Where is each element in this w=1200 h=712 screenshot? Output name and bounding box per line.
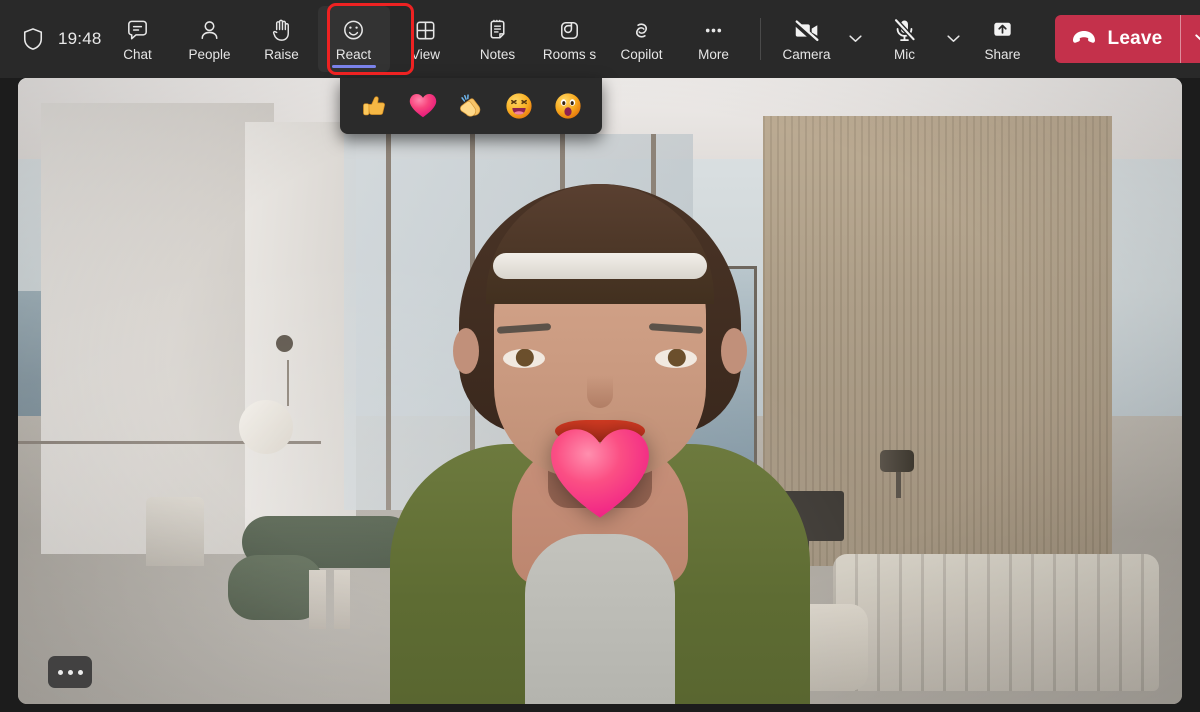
thumbs-up-reaction-icon	[360, 92, 388, 120]
meeting-toolbar: 19:48 Chat People	[0, 0, 1200, 78]
tile-overflow-button[interactable]	[48, 656, 92, 688]
camera-off-icon	[792, 16, 822, 44]
teams-meeting-window: 19:48 Chat People	[0, 0, 1200, 712]
share-screen-icon	[989, 16, 1016, 44]
avatar-headband	[493, 253, 707, 279]
avatar-hair-top	[486, 184, 714, 304]
toolbar-button-raise[interactable]: Raise	[246, 6, 318, 72]
ellipsis-dot	[68, 670, 73, 675]
ellipsis-dot	[78, 670, 83, 675]
toolbar-button-mic[interactable]: Mic	[869, 6, 941, 72]
toolbar-label-rooms: Rooms s	[543, 47, 596, 62]
avatar-eye-left	[503, 349, 545, 368]
toolbar-label-mic: Mic	[894, 47, 915, 62]
toolbar-button-chat[interactable]: Chat	[102, 6, 174, 72]
ellipsis-icon	[700, 16, 727, 44]
copilot-icon	[628, 16, 655, 44]
chevron-down-icon	[849, 35, 862, 43]
toolbar-label-react: React	[336, 47, 371, 62]
reaction-thumbs-up[interactable]	[357, 89, 391, 123]
leave-options-chevron[interactable]	[1181, 15, 1200, 63]
toolbar-status-group: 19:48	[0, 27, 102, 51]
meeting-stage	[0, 78, 1200, 712]
toolbar-label-people: People	[189, 47, 231, 62]
reaction-surprised[interactable]	[551, 89, 585, 123]
participant-video-tile[interactable]	[18, 78, 1182, 704]
applause-reaction-icon	[457, 92, 485, 120]
laugh-reaction-icon	[505, 92, 533, 120]
mic-off-icon	[891, 16, 918, 44]
camera-options-chevron[interactable]	[843, 13, 869, 65]
toolbar-button-people[interactable]: People	[174, 6, 246, 72]
react-active-indicator	[332, 65, 376, 68]
toolbar-device-controls: Camera	[771, 0, 1200, 78]
toolbar-actions: Chat People Raise	[102, 0, 771, 78]
surprised-reaction-icon	[554, 92, 582, 120]
smiley-face-icon	[340, 16, 367, 44]
toolbar-divider	[760, 18, 761, 60]
meeting-clock: 19:48	[58, 29, 102, 49]
mic-control-group: Mic	[869, 6, 967, 72]
reaction-applause[interactable]	[454, 89, 488, 123]
avatar-ear-left	[453, 328, 479, 374]
heart-reaction-overlay	[548, 426, 652, 522]
toolbar-button-share[interactable]: Share	[967, 6, 1039, 72]
toolbar-label-chat: Chat	[123, 47, 152, 62]
toolbar-button-copilot[interactable]: Copilot	[606, 6, 678, 72]
toolbar-button-more[interactable]: More	[678, 6, 750, 72]
toolbar-label-view: View	[411, 47, 440, 62]
toolbar-button-rooms[interactable]: Rooms s	[534, 6, 606, 72]
person-icon	[196, 16, 223, 44]
toolbar-label-more: More	[698, 47, 729, 62]
avatar-top	[525, 534, 675, 704]
hangup-phone-icon	[1071, 29, 1097, 50]
toolbar-label-raise: Raise	[264, 47, 299, 62]
shield-icon	[22, 27, 44, 51]
leave-button-label: Leave	[1108, 28, 1163, 50]
leave-button[interactable]: Leave	[1055, 15, 1181, 63]
chevron-down-icon	[1195, 34, 1200, 44]
toolbar-button-view[interactable]: View	[390, 6, 462, 72]
toolbar-button-notes[interactable]: Notes	[462, 6, 534, 72]
participant-avatar	[385, 104, 815, 704]
toolbar-button-camera[interactable]: Camera	[771, 6, 843, 72]
avatar-nose	[587, 376, 613, 408]
notepad-icon	[484, 16, 511, 44]
camera-control-group: Camera	[771, 6, 869, 72]
leave-button-group: Leave	[1055, 15, 1200, 63]
heart-reaction-icon	[409, 92, 437, 120]
reaction-picker-popup	[340, 78, 602, 134]
toolbar-label-notes: Notes	[480, 47, 515, 62]
avatar-ear-right	[721, 328, 747, 374]
chat-bubble-icon	[124, 16, 151, 44]
ellipsis-dot	[58, 670, 63, 675]
raise-hand-icon	[268, 16, 295, 44]
grid-layout-icon	[412, 16, 439, 44]
chevron-down-icon	[947, 35, 960, 43]
reaction-heart[interactable]	[406, 89, 440, 123]
mic-options-chevron[interactable]	[941, 13, 967, 65]
toolbar-button-react[interactable]: React	[318, 6, 390, 72]
toolbar-label-share: Share	[985, 47, 1021, 62]
toolbar-label-copilot: Copilot	[621, 47, 663, 62]
reaction-laugh[interactable]	[502, 89, 536, 123]
avatar-eye-right	[655, 349, 697, 368]
toolbar-label-camera: Camera	[783, 47, 831, 62]
breakout-rooms-icon	[556, 16, 583, 44]
